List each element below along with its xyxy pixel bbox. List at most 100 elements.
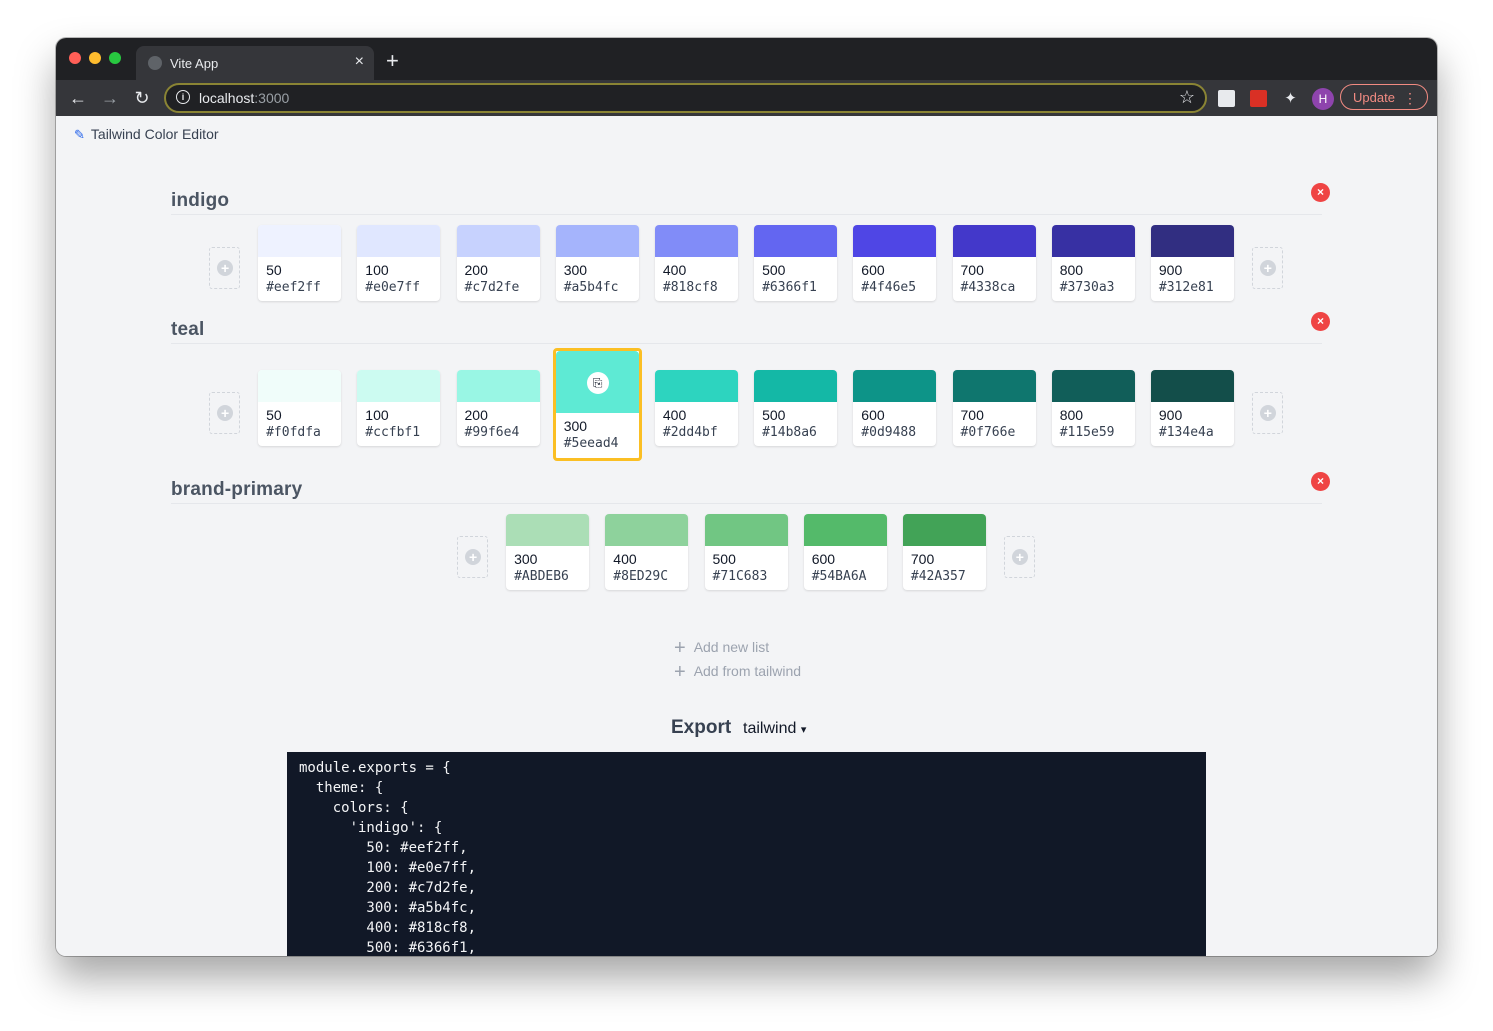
swatch-color-block[interactable] [754, 225, 838, 257]
remove-palette-icon[interactable]: × [1311, 472, 1330, 491]
color-swatch[interactable]: 800 #115e59 [1051, 370, 1135, 446]
swatch-color-block[interactable] [1150, 370, 1234, 402]
avatar[interactable]: H [1312, 88, 1334, 110]
swatch-hex: #2dd4bf [662, 425, 718, 440]
swatch-shade: 500 [762, 262, 786, 278]
puzzle-icon[interactable]: ✦ [1282, 90, 1299, 107]
swatch-color-block[interactable] [1051, 225, 1135, 257]
add-from-tailwind-label: Add from tailwind [693, 663, 802, 679]
swatch-shade: 100 [365, 262, 389, 278]
color-swatch[interactable]: 500 #6366f1 [754, 225, 838, 301]
bookmark-star-icon[interactable]: ☆ [1179, 87, 1195, 108]
swatch-hex: #42A357 [910, 569, 966, 584]
color-swatch[interactable]: 300 #a5b4fc [555, 225, 639, 301]
palette-name[interactable]: teal [171, 319, 205, 341]
color-swatch[interactable]: 900 #134e4a [1150, 370, 1234, 446]
swatch-color-block[interactable] [654, 370, 738, 402]
swatch-shade: 800 [1059, 407, 1084, 423]
browser-window: Vite App × + ← → ↻ i localhost:3000 ☆ ✦ … [56, 38, 1437, 956]
maximize-window-button[interactable] [109, 52, 121, 64]
tab-close-icon[interactable]: × [355, 53, 364, 71]
instapaper-extension-icon[interactable] [1218, 90, 1235, 107]
add-new-list-button[interactable]: + Add new list [674, 637, 769, 660]
swatch-color-block[interactable] [853, 370, 937, 402]
add-swatch-before-button[interactable]: + [209, 392, 241, 434]
close-window-button[interactable] [69, 52, 81, 64]
swatch-color-block[interactable] [754, 370, 838, 402]
color-swatch[interactable]: 600 #54BA6A [803, 514, 887, 590]
remove-palette-icon[interactable]: × [1311, 183, 1330, 202]
swatch-color-block[interactable] [506, 514, 590, 546]
color-swatch[interactable]: 700 #4338ca [952, 225, 1036, 301]
color-swatch[interactable]: 400 #2dd4bf [654, 370, 738, 446]
color-swatch[interactable]: 700 #42A357 [902, 514, 986, 590]
color-swatch[interactable]: 100 #e0e7ff [357, 225, 441, 301]
add-swatch-after-button[interactable]: + [1251, 247, 1283, 289]
add-swatch-after-button[interactable]: + [1003, 536, 1035, 578]
color-swatch[interactable]: 300 #ABDEB6 [506, 514, 590, 590]
swatch-color-block[interactable] [803, 514, 887, 546]
lastpass-extension-icon[interactable] [1250, 90, 1267, 107]
swatch-color-block[interactable] [704, 514, 788, 546]
swatch-color-block[interactable] [357, 225, 441, 257]
swatch-hex: #115e59 [1059, 425, 1115, 440]
info-icon[interactable]: i [176, 90, 190, 104]
color-swatch[interactable]: 800 #3730a3 [1051, 225, 1135, 301]
swatch-color-block[interactable] [555, 225, 639, 257]
color-swatch[interactable]: 200 #c7d2fe [456, 225, 540, 301]
color-swatch[interactable]: 600 #4f46e5 [853, 225, 937, 301]
minimize-window-button[interactable] [89, 52, 101, 64]
address-bar[interactable]: i localhost:3000 ☆ [164, 83, 1207, 113]
color-swatch[interactable]: 200 #99f6e4 [456, 370, 540, 446]
add-swatch-after-button[interactable]: + [1251, 392, 1283, 434]
more-menu-icon[interactable]: ⋮ [1403, 85, 1417, 111]
update-button[interactable]: Update ⋮ [1340, 84, 1428, 110]
new-tab-button[interactable]: + [386, 50, 399, 72]
swatch-color-block[interactable] [952, 370, 1036, 402]
add-swatch-before-button[interactable]: + [209, 247, 241, 289]
add-from-tailwind-button[interactable]: + Add from tailwind [674, 661, 801, 684]
palette-name[interactable]: indigo [171, 190, 229, 212]
color-swatch[interactable]: 700 #0f766e [952, 370, 1036, 446]
export-code-block[interactable]: module.exports = { theme: { colors: { 'i… [287, 752, 1206, 956]
export-format-select[interactable]: tailwind ▾ [739, 718, 819, 740]
swatch-color-block[interactable] [456, 370, 540, 402]
swatch-color-block[interactable] [605, 514, 689, 546]
swatch-color-block[interactable] [357, 370, 441, 402]
plus-circle-icon: + [1259, 260, 1276, 276]
color-swatch[interactable]: 600 #0d9488 [853, 370, 937, 446]
swatch-color-block[interactable] [654, 225, 738, 257]
color-swatch[interactable]: 900 #312e81 [1150, 225, 1234, 301]
plus-circle-icon: + [217, 405, 234, 421]
color-swatch[interactable]: ⎘ 300 #5eead4 [552, 348, 642, 461]
swatch-color-block[interactable] [258, 225, 342, 257]
color-swatch[interactable]: 500 #14b8a6 [754, 370, 838, 446]
swatch-color-block[interactable] [258, 370, 342, 402]
color-swatch[interactable]: 400 #818cf8 [654, 225, 738, 301]
forward-icon[interactable]: → [98, 87, 122, 109]
remove-palette-icon[interactable]: × [1311, 312, 1330, 331]
color-swatch[interactable]: 500 #71C683 [704, 514, 788, 590]
reload-icon[interactable]: ↻ [130, 87, 154, 109]
swatch-hex: #14b8a6 [762, 425, 817, 440]
swatch-color-block[interactable] [456, 225, 540, 257]
add-swatch-before-button[interactable]: + [457, 536, 489, 578]
color-swatch[interactable]: 50 #f0fdfa [258, 370, 342, 446]
swatch-shade: 50 [266, 407, 282, 423]
color-swatch[interactable]: 50 #eef2ff [258, 225, 342, 301]
back-icon[interactable]: ← [66, 87, 90, 109]
swatch-color-block[interactable] [952, 225, 1036, 257]
swatch-color-block[interactable] [1051, 370, 1135, 402]
swatch-shade: 200 [464, 407, 488, 423]
swatch-shade: 500 [712, 551, 736, 567]
copy-icon[interactable]: ⎘ [586, 372, 609, 394]
palette-name[interactable]: brand-primary [171, 479, 302, 501]
swatch-color-block[interactable] [853, 225, 937, 257]
swatch-color-block[interactable] [902, 514, 986, 546]
app-title[interactable]: ✎ Tailwind Color Editor [74, 126, 219, 143]
color-swatch[interactable]: 400 #8ED29C [605, 514, 689, 590]
browser-tab[interactable]: Vite App × [136, 46, 374, 80]
color-swatch[interactable]: 100 #ccfbf1 [357, 370, 441, 446]
swatch-hex: #ABDEB6 [514, 569, 569, 584]
swatch-color-block[interactable] [1150, 225, 1234, 257]
